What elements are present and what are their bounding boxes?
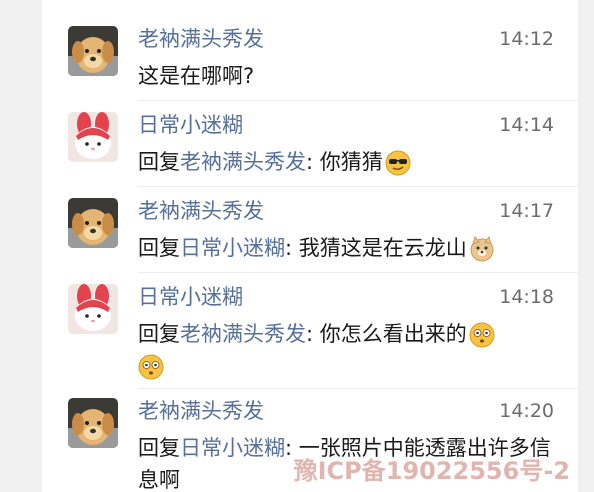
comment-time: 14:14 <box>499 114 554 136</box>
reply-prefix: 回复 <box>138 150 180 174</box>
comment-time: 14:20 <box>499 400 554 422</box>
icp-watermark: 豫ICP备19022556号-2 <box>293 457 570 485</box>
reply-mention[interactable]: 日常小迷糊 <box>180 236 285 260</box>
sunglasses-face-emoji <box>385 150 411 176</box>
wide-eyed-face-emoji <box>138 354 164 380</box>
comment-body: 你猜猜 <box>319 150 383 174</box>
comment-body: 我猜这是在云龙山 <box>298 236 467 260</box>
divider <box>138 388 578 389</box>
reply-separator: : <box>306 322 314 346</box>
reply-separator: : <box>306 150 314 174</box>
comment-time: 14:17 <box>499 200 554 222</box>
comment-body: 这是在哪啊? <box>138 64 255 88</box>
rabbit-avatar[interactable] <box>68 284 118 334</box>
comment-time: 14:18 <box>499 286 554 308</box>
comment-body: 你怎么看出来的 <box>319 322 467 346</box>
reply-prefix: 回复 <box>138 436 180 460</box>
comment-text: 回复日常小迷糊: 我猜这是在云龙山 <box>138 232 558 264</box>
comment-author[interactable]: 老衲满头秀发 <box>138 26 264 52</box>
comment-author[interactable]: 老衲满头秀发 <box>138 398 264 424</box>
reply-prefix: 回复 <box>138 322 180 346</box>
rabbit-avatar[interactable] <box>68 112 118 162</box>
comment-text: 回复老衲满头秀发: 你怎么看出来的 <box>138 318 558 382</box>
doge-emoji <box>469 236 495 262</box>
reply-mention[interactable]: 日常小迷糊 <box>180 436 285 460</box>
divider <box>138 272 578 273</box>
comment-list: 老衲满头秀发 14:12 这是在哪啊? 日常小迷糊 14:14 回复老衲满头秀发… <box>42 0 578 492</box>
dog-avatar[interactable] <box>68 26 118 76</box>
dog-avatar[interactable] <box>68 198 118 248</box>
comment-text: 回复老衲满头秀发: 你猜猜 <box>138 146 558 178</box>
comment-author[interactable]: 老衲满头秀发 <box>138 198 264 224</box>
divider <box>138 186 578 187</box>
comment-author[interactable]: 日常小迷糊 <box>138 112 243 138</box>
divider <box>138 100 578 101</box>
wide-eyed-face-emoji <box>469 322 495 348</box>
comment-text: 这是在哪啊? <box>138 60 558 92</box>
dog-avatar[interactable] <box>68 398 118 448</box>
reply-mention[interactable]: 老衲满头秀发 <box>180 322 306 346</box>
reply-separator: : <box>285 236 293 260</box>
comment-time: 14:12 <box>499 28 554 50</box>
reply-separator: : <box>285 436 293 460</box>
reply-mention[interactable]: 老衲满头秀发 <box>180 150 306 174</box>
reply-prefix: 回复 <box>138 236 180 260</box>
comment-author[interactable]: 日常小迷糊 <box>138 284 243 310</box>
